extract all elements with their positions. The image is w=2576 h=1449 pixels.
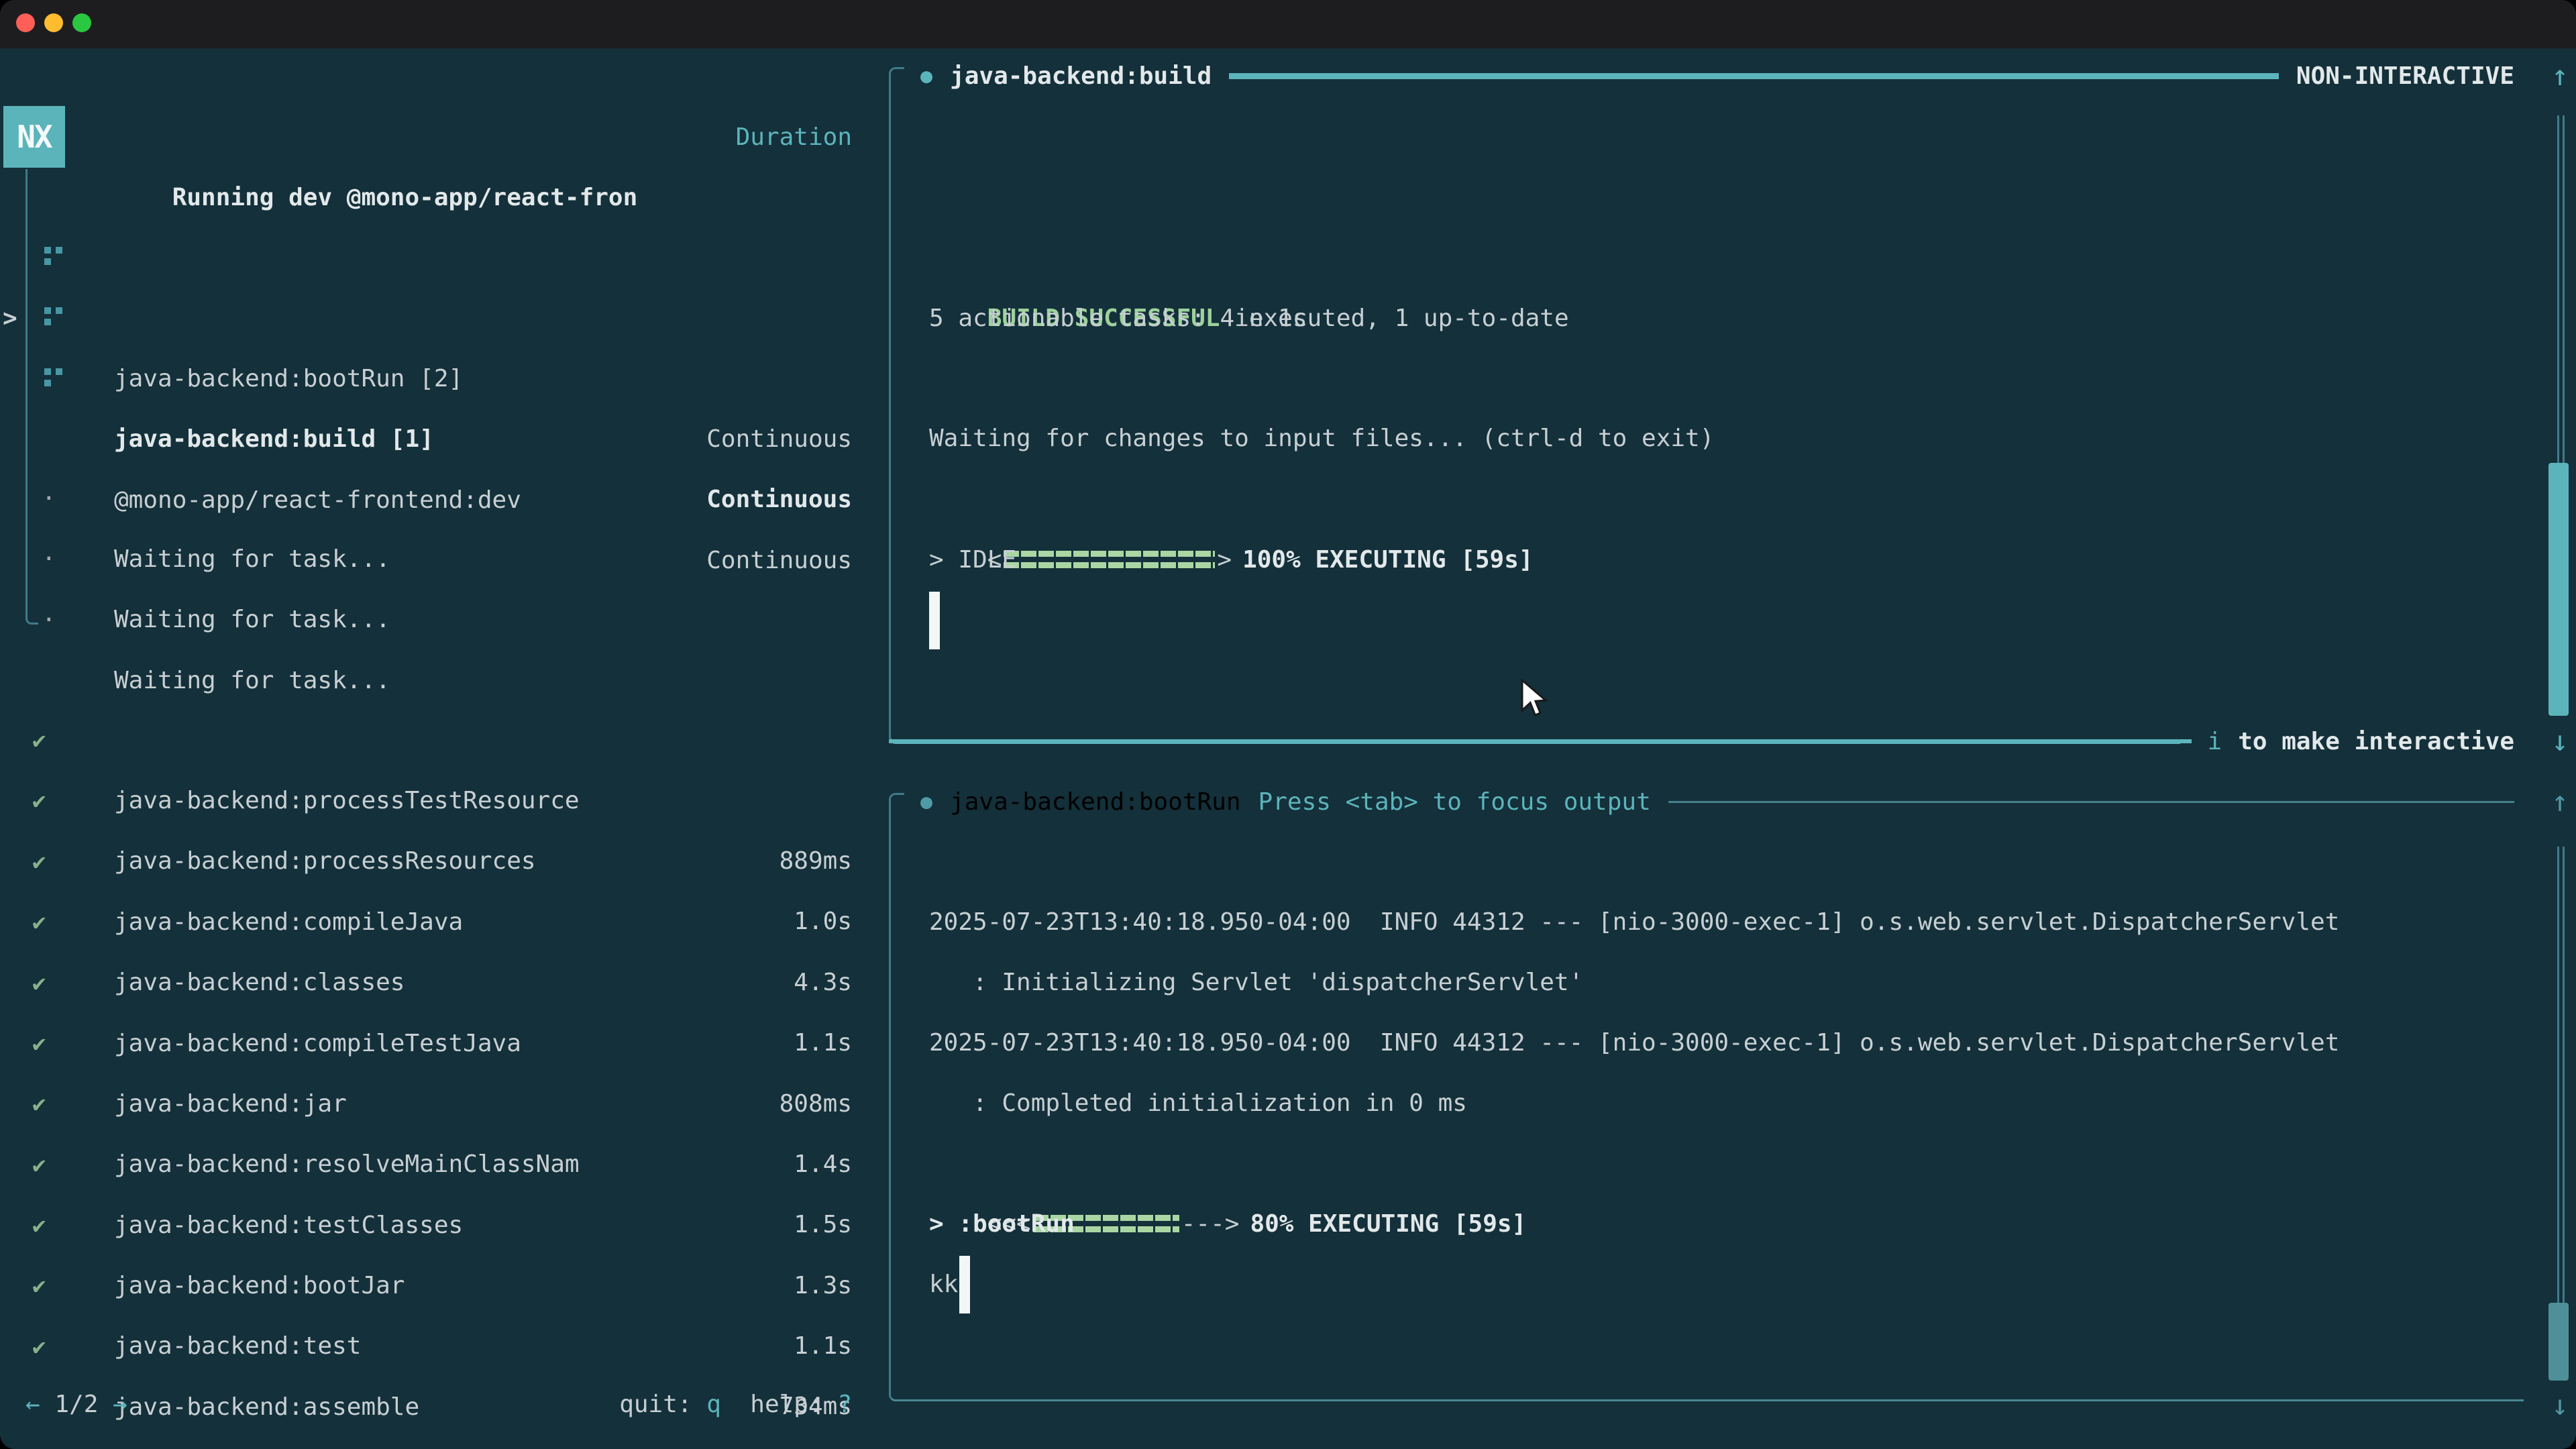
task-duration: 774ms [780, 1438, 852, 1449]
log-line: 2025-07-23T13:40:18.950-04:00 INFO 44312… [929, 1013, 2339, 1073]
quit-key: q [706, 1391, 721, 1418]
scrollbar-track[interactable] [2557, 847, 2565, 1303]
text-cursor [929, 592, 940, 649]
help-label: help: [721, 1391, 837, 1418]
help-key: ? [837, 1391, 852, 1418]
task-duration: 1.1s [794, 1316, 852, 1377]
task-name: java-backend:test [114, 1316, 361, 1377]
task-dot-icon: ● [920, 64, 932, 88]
log-line: : Initializing Servlet 'dispatcherServle… [929, 953, 1583, 1013]
scroll-up-icon[interactable]: ↑ [2538, 46, 2576, 106]
task-name: Waiting for task... [114, 590, 390, 650]
focus-output-hint: Press <tab> to focus output [1258, 788, 1651, 816]
bootrun-panel-title: java-backend:bootRun [950, 788, 1240, 816]
task-row-waiting[interactable]: · Waiting for task... [0, 530, 852, 590]
mode-badge: NON-INTERACTIVE [2296, 62, 2514, 90]
quit-label: quit: [619, 1391, 706, 1418]
task-row-completed[interactable]: ✔ java-backend:testClasses 1.3s [0, 1075, 852, 1135]
build-success-line: BUILD SUCCESSFUL in 1s [929, 228, 1307, 288]
task-row-waiting[interactable]: · Waiting for task... [0, 469, 852, 529]
page-right-arrow-icon[interactable]: → [113, 1391, 127, 1418]
page-indicator [40, 1391, 55, 1418]
task-row-completed[interactable]: ✔ java-backend:bootJar 1.1s [0, 1135, 852, 1195]
scrollbar-thumb[interactable] [2548, 463, 2569, 716]
task-row-completed[interactable]: ✔ java-backend:classes 1.1s [0, 832, 852, 892]
tasks-summary-line: 5 actionable tasks: 4 executed, 1 up-to-… [929, 288, 1569, 349]
duration-column-header: Duration [0, 107, 852, 168]
scrollbar-track[interactable] [2557, 115, 2565, 463]
bootrun-panel-header-rule [1668, 801, 2514, 803]
scroll-down-icon[interactable]: ↓ [2538, 1375, 2576, 1436]
sidebar-title: Running dev @mono-app/react-fron [172, 184, 638, 211]
task-row-completed[interactable]: ✔ java-backend:assemble 774ms [0, 1256, 852, 1317]
task-row-bootrun[interactable]: java-backend:bootRun [2] Continuous [0, 228, 852, 288]
task-dot-icon: ● [920, 790, 932, 814]
page-number: 1/2 [54, 1391, 98, 1418]
build-panel-header: ● java-backend:build NON-INTERACTIVE [920, 46, 2514, 106]
build-panel-header-rule [1229, 73, 2279, 79]
task-row-build-selected[interactable]: java-backend:build [1] Continuous [0, 288, 852, 349]
progress-right-cap: ---> [1181, 1210, 1240, 1238]
idle-line: > IDLE [929, 530, 1016, 590]
progress-bar [1004, 551, 1215, 568]
task-row-completed[interactable]: ✔ java-backend:jar 1.4s [0, 953, 852, 1014]
task-row-completed[interactable]: ✔ java-backend:processTestResource 889ms [0, 650, 852, 710]
bootrun-task-line: > :bootRun [929, 1194, 1075, 1254]
bullet-icon: · [42, 590, 56, 651]
minimize-button-icon[interactable] [44, 13, 63, 32]
progress-label: 100% EXECUTING [59s] [1242, 546, 1533, 574]
task-row-completed[interactable]: ✔ java-backend:processResources 1.0s [0, 710, 852, 771]
log-line: 2025-07-23T13:40:18.950-04:00 INFO 44312… [929, 892, 2339, 953]
mouse-cursor-icon [1519, 679, 1550, 722]
log-line: : Completed initialization in 0 ms [929, 1073, 1467, 1134]
sidebar-footer: ← 1/2 → quit: q help: ? [25, 1375, 852, 1435]
scrollbar-thumb[interactable] [2548, 1303, 2569, 1381]
text-cursor [959, 1256, 970, 1313]
build-panel-title: java-backend:build [950, 62, 1212, 90]
title-bar [0, 0, 2576, 48]
spinner-icon [44, 307, 51, 314]
spinner-icon [44, 368, 51, 375]
scroll-down-icon[interactable]: ↓ [2538, 711, 2576, 771]
task-row-frontend-dev[interactable]: @mono-app/react-frontend:dev Continuous [0, 350, 852, 410]
key-hints: quit: q help: ? [619, 1375, 852, 1435]
waiting-changes-line: Waiting for changes to input files... (c… [929, 409, 1714, 469]
progress-label: 80% EXECUTING [59s] [1250, 1210, 1526, 1238]
terminal-window: NX Running dev @mono-app/react-fron Dura… [0, 0, 2576, 1449]
build-progress-line: <>100% EXECUTING [59s] [929, 470, 1534, 530]
spinner-icon [44, 247, 51, 254]
task-row-completed[interactable]: ✔ java-backend:resolveMainClassNam 1.5s [0, 1014, 852, 1074]
pagination: ← 1/2 → [25, 1375, 127, 1435]
zoom-button-icon[interactable] [72, 13, 91, 32]
interactive-key: i [2208, 728, 2222, 755]
build-panel-bottom-rule [889, 739, 2192, 743]
close-button-icon[interactable] [16, 13, 35, 32]
check-icon: ✔ [32, 1317, 46, 1377]
bootrun-panel-header: ● java-backend:bootRun Press <tab> to fo… [920, 771, 2514, 832]
stdin-input-line[interactable]: kk [929, 1254, 958, 1315]
page-left-arrow-icon[interactable]: ← [25, 1391, 40, 1418]
bootrun-progress-line: <<<--->80% EXECUTING [59s] [929, 1134, 1526, 1194]
progress-right-cap: > [1217, 546, 1232, 574]
task-row-waiting[interactable]: · Waiting for task... [0, 409, 852, 469]
task-row-completed[interactable]: ✔ java-backend:compileJava 4.3s [0, 771, 852, 832]
scroll-up-icon[interactable]: ↑ [2538, 771, 2576, 832]
interactive-label: to make interactive [2238, 728, 2514, 755]
task-row-completed[interactable]: ✔ java-backend:compileTestJava 808ms [0, 893, 852, 953]
build-panel-footer: i to make interactive [889, 711, 2514, 771]
task-row-completed[interactable]: ✔ java-backend:test 734ms [0, 1195, 852, 1256]
